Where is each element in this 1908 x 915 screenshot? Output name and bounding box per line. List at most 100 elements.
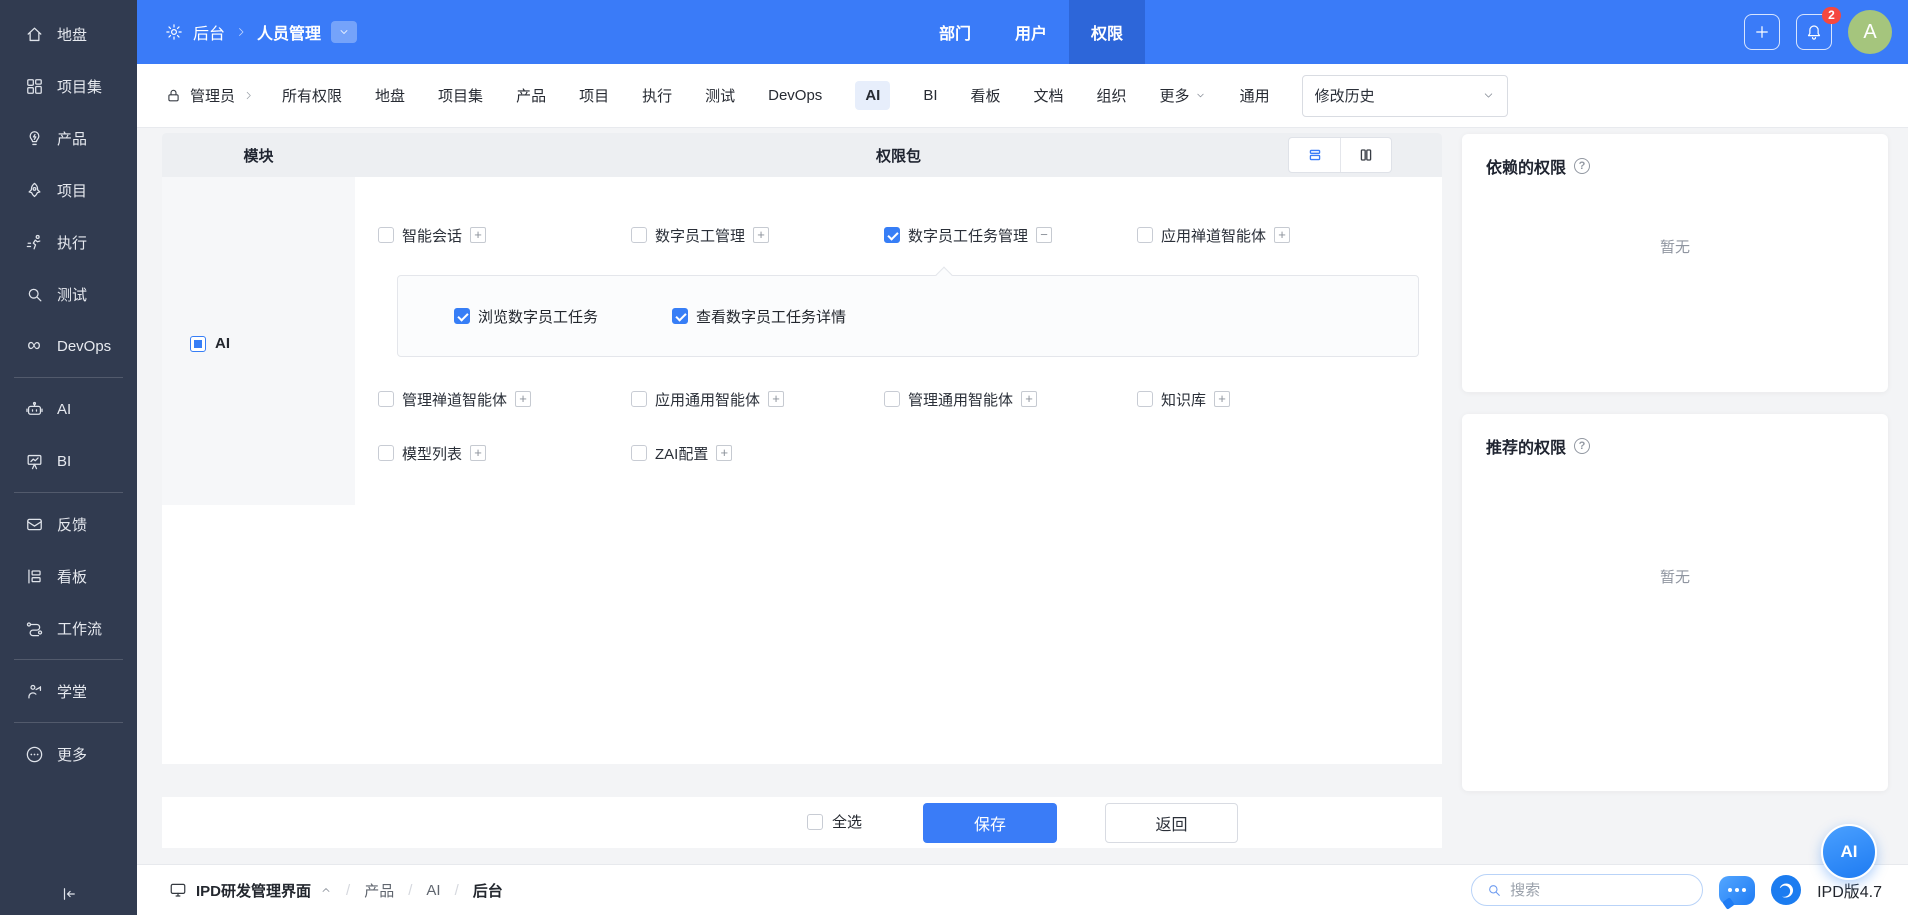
sidebar-item-school[interactable]: 学堂 [0,665,137,717]
sidebar-item-feedback[interactable]: 反馈 [0,498,137,550]
collapse-toggle[interactable]: − [1036,227,1052,243]
permission-item[interactable]: 数字员工任务管理 − [884,225,1137,246]
checkbox[interactable] [631,227,647,243]
footer-crumb-admin[interactable]: 后台 [473,880,503,901]
checkbox[interactable] [378,391,394,407]
perm-tab-execution[interactable]: 执行 [642,85,672,106]
avatar[interactable]: A [1848,10,1892,54]
permission-item[interactable]: ZAI配置 + [631,443,884,464]
perm-tab-product[interactable]: 产品 [516,85,546,106]
breadcrumb-page[interactable]: 人员管理 [257,20,321,44]
tab-department[interactable]: 部门 [917,0,993,64]
sidebar-item-ai[interactable]: AI [0,383,137,435]
help-icon[interactable] [1574,438,1590,454]
column-view-button[interactable] [1340,138,1391,172]
permission-item[interactable]: 数字员工管理 + [631,225,884,246]
permission-item[interactable]: 知识库 + [1137,389,1390,410]
module-label: AI [215,335,230,352]
expand-toggle[interactable]: + [515,391,531,407]
checkbox[interactable] [631,445,647,461]
sub-permission-item[interactable]: 查看数字员工任务详情 [672,306,846,327]
sidebar-item-more[interactable]: 更多 [0,728,137,780]
sidebar-item-kanban[interactable]: 看板 [0,550,137,602]
perm-tab-org[interactable]: 组织 [1097,85,1127,106]
breadcrumb-section[interactable]: 后台 [193,20,225,44]
expand-toggle[interactable]: + [470,445,486,461]
tab-user[interactable]: 用户 [993,0,1069,64]
checkbox-checked[interactable] [884,227,900,243]
perm-tab-test[interactable]: 测试 [705,85,735,106]
sidebar-collapse-button[interactable] [0,885,137,903]
expand-toggle[interactable]: + [753,227,769,243]
checkbox-checked[interactable] [454,308,470,324]
notification-button[interactable]: 2 [1796,14,1832,50]
back-button[interactable]: 返回 [1105,803,1238,843]
select-all[interactable]: 全选 [807,811,862,832]
perm-tab-kanban[interactable]: 看板 [971,85,1001,106]
footer-crumb-product[interactable]: 产品 [364,880,394,901]
module-item-ai[interactable]: AI [190,335,230,352]
perm-tab-all[interactable]: 所有权限 [282,85,342,106]
perm-tab-project[interactable]: 项目 [579,85,609,106]
checkbox-checked[interactable] [672,308,688,324]
checkbox[interactable] [378,227,394,243]
row-view-button[interactable] [1289,138,1340,172]
expand-toggle[interactable]: + [768,391,784,407]
history-select[interactable]: 修改历史 [1302,75,1508,117]
sidebar-item-execution[interactable]: 执行 [0,216,137,268]
sidebar-item-bi[interactable]: BI [0,435,137,487]
checkbox[interactable] [1137,391,1153,407]
perm-tab-bi[interactable]: BI [923,87,937,104]
permission-item[interactable]: 管理禅道智能体 + [378,389,631,410]
collapse-icon [60,885,78,903]
permission-item[interactable]: 智能会话 + [378,225,631,246]
workspace: 模块 权限包 AI [137,128,1908,915]
perm-tab-ai[interactable]: AI [855,81,890,110]
project-set-icon [24,76,44,96]
permission-item[interactable]: 应用通用智能体 + [631,389,884,410]
tab-privilege[interactable]: 权限 [1069,0,1145,64]
sidebar-item-label: 看板 [57,566,87,587]
search-input[interactable] [1510,882,1688,899]
chat-icon[interactable] [1719,876,1755,905]
expand-toggle[interactable]: + [1214,391,1230,407]
sidebar-item-devops[interactable]: DevOps [0,320,137,372]
dependent-permissions-card: 依赖的权限 暂无 [1462,134,1888,392]
checkbox[interactable] [631,391,647,407]
select-all-checkbox[interactable] [807,814,823,830]
footer-crumb-ai[interactable]: AI [426,882,440,899]
perm-tab-general[interactable]: 通用 [1240,85,1270,106]
help-icon[interactable] [1574,158,1590,174]
sidebar-item-product[interactable]: 产品 [0,112,137,164]
sidebar-item-home[interactable]: 地盘 [0,8,137,60]
perm-tab-devops[interactable]: DevOps [768,87,822,104]
permission-item[interactable]: 模型列表 + [378,443,631,464]
perm-tab-doc[interactable]: 文档 [1034,85,1064,106]
sidebar-item-workflow[interactable]: 工作流 [0,602,137,654]
role-selector[interactable]: 管理员 [165,85,254,106]
expand-toggle[interactable]: + [1274,227,1290,243]
expand-toggle[interactable]: + [1021,391,1037,407]
permission-item[interactable]: 管理通用智能体 + [884,389,1137,410]
perm-tab-more[interactable]: 更多 [1160,85,1206,106]
checkbox[interactable] [1137,227,1153,243]
sidebar-item-project[interactable]: 项目 [0,164,137,216]
checkbox[interactable] [378,445,394,461]
sidebar-item-label: 学堂 [57,681,87,702]
sub-permission-item[interactable]: 浏览数字员工任务 [454,306,598,327]
module-checkbox[interactable] [190,336,206,352]
sidebar-item-project-set[interactable]: 项目集 [0,60,137,112]
ai-assistant-button[interactable]: AI [1821,824,1877,880]
recommended-permissions-card: 推荐的权限 暂无 [1462,414,1888,791]
perm-tab-home[interactable]: 地盘 [375,85,405,106]
expand-toggle[interactable]: + [716,445,732,461]
sidebar-item-test[interactable]: 测试 [0,268,137,320]
expand-toggle[interactable]: + [470,227,486,243]
perm-tab-project-set[interactable]: 项目集 [438,85,483,106]
checkbox[interactable] [884,391,900,407]
save-button[interactable]: 保存 [923,803,1057,843]
add-button[interactable] [1744,14,1780,50]
app-switcher[interactable]: IPD研发管理界面 [169,880,332,901]
permission-item[interactable]: 应用禅道智能体 + [1137,225,1390,246]
page-switcher-button[interactable] [331,21,357,43]
